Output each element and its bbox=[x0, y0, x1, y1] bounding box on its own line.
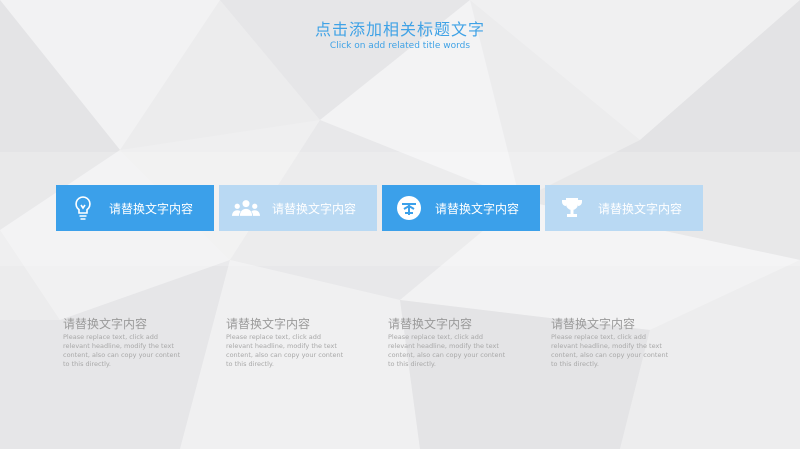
header: 点击添加相关标题文字 Click on add related title wo… bbox=[0, 20, 800, 51]
circle-logo-icon bbox=[395, 194, 423, 222]
page-title[interactable]: 点击添加相关标题文字 bbox=[0, 20, 800, 40]
description-block-3: 请替换文字内容 Please replace text, click add r… bbox=[388, 317, 508, 369]
card-3-label: 请替换文字内容 bbox=[435, 201, 520, 216]
description-heading[interactable]: 请替换文字内容 bbox=[226, 317, 346, 331]
card-4-label: 请替换文字内容 bbox=[598, 201, 683, 216]
description-text[interactable]: Please replace text, click add relevant … bbox=[226, 333, 346, 369]
description-block-2: 请替换文字内容 Please replace text, click add r… bbox=[226, 317, 346, 369]
description-heading[interactable]: 请替换文字内容 bbox=[551, 317, 671, 331]
group-people-icon bbox=[232, 194, 260, 222]
card-4[interactable]: 请替换文字内容 bbox=[545, 185, 703, 231]
description-text[interactable]: Please replace text, click add relevant … bbox=[551, 333, 671, 369]
card-1-label: 请替换文字内容 bbox=[109, 201, 194, 216]
card-1[interactable]: 请替换文字内容 bbox=[56, 185, 214, 231]
card-2-label: 请替换文字内容 bbox=[272, 201, 357, 216]
card-2[interactable]: 请替换文字内容 bbox=[219, 185, 377, 231]
description-text[interactable]: Please replace text, click add relevant … bbox=[63, 333, 183, 369]
description-block-4: 请替换文字内容 Please replace text, click add r… bbox=[551, 317, 671, 369]
trophy-icon bbox=[558, 194, 586, 222]
description-heading[interactable]: 请替换文字内容 bbox=[388, 317, 508, 331]
card-3[interactable]: 请替换文字内容 bbox=[382, 185, 540, 231]
description-text[interactable]: Please replace text, click add relevant … bbox=[388, 333, 508, 369]
description-block-1: 请替换文字内容 Please replace text, click add r… bbox=[63, 317, 183, 369]
lightbulb-icon bbox=[69, 194, 97, 222]
description-heading[interactable]: 请替换文字内容 bbox=[63, 317, 183, 331]
page-subtitle[interactable]: Click on add related title words bbox=[0, 41, 800, 51]
